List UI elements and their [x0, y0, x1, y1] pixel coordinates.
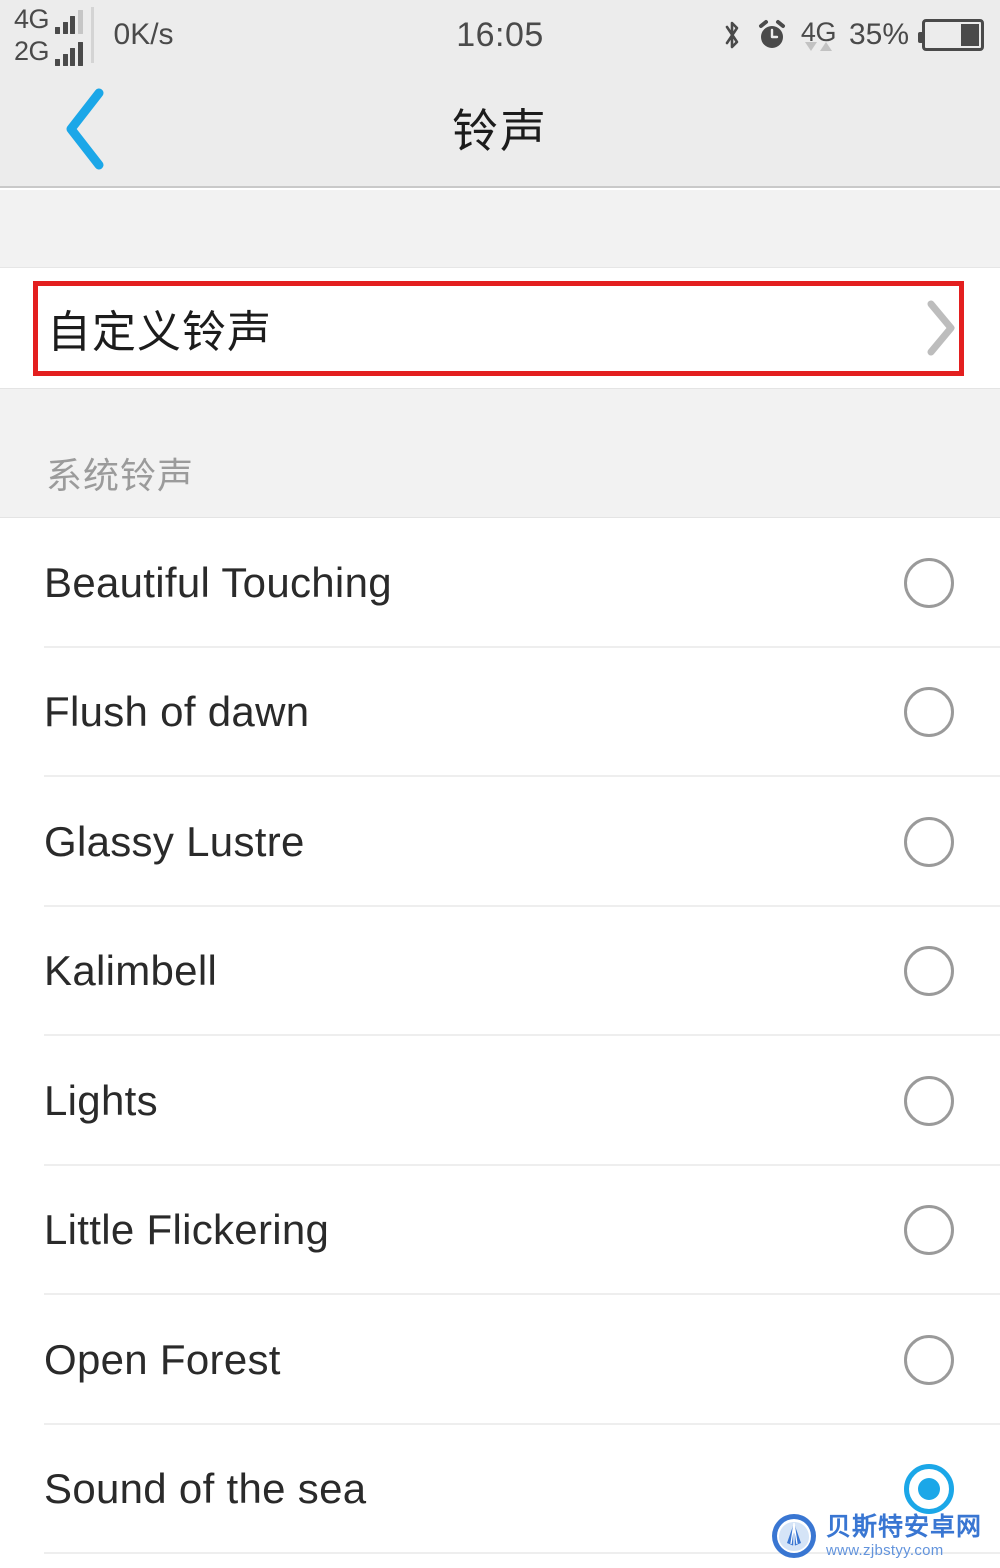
radio-button[interactable] [904, 687, 954, 738]
ringtone-name: Beautiful Touching [44, 558, 392, 606]
battery-fill [960, 24, 979, 46]
chevron-right-icon [927, 300, 955, 356]
ringtone-name: Flush of dawn [44, 688, 310, 736]
ringtone-list-item[interactable]: Kalimbell [0, 906, 1000, 1036]
custom-ringtone-row[interactable]: 自定义铃声 [0, 268, 1000, 388]
ringtone-list-item[interactable]: Sound of the sea [0, 1424, 1000, 1554]
ringtone-name: Sound of the sea [44, 1465, 367, 1513]
ringtone-list-item[interactable]: Little Flickering [0, 1165, 1000, 1295]
status-bar: 4G 2G 0K/s 16:05 4G 35% [0, 0, 1000, 70]
phone-screen: 4G 2G 0K/s 16:05 4G 35% 铃声 自定义铃声 系统铃声 Be… [0, 0, 1000, 1568]
radio-button[interactable] [904, 1075, 954, 1126]
list-divider [44, 1552, 1000, 1554]
ringtone-list-item[interactable]: Open Forest [0, 1295, 1000, 1425]
status-bar-clock: 16:05 [456, 15, 544, 54]
page-title: 铃声 [452, 105, 548, 157]
battery-percent-label: 35% [848, 18, 909, 51]
system-ringtones-section-header: 系统铃声 [0, 388, 1000, 518]
mobile-data-indicator: 4G [801, 19, 836, 51]
ringtone-name: Open Forest [44, 1335, 281, 1383]
radio-button[interactable] [904, 946, 954, 997]
radio-button[interactable] [904, 1334, 954, 1385]
custom-ringtone-label: 自定义铃声 [47, 308, 272, 357]
top-spacer-band [0, 190, 1000, 268]
section-header-label: 系统铃声 [46, 455, 195, 496]
status-bar-right: 4G 35% [721, 18, 984, 52]
ringtone-name: Kalimbell [44, 947, 218, 995]
ringtone-name: Glassy Lustre [44, 817, 305, 865]
bluetooth-icon [725, 21, 739, 49]
ringtone-name: Little Flickering [44, 1206, 330, 1254]
back-button[interactable] [30, 70, 140, 188]
alarm-clock-icon [758, 20, 785, 48]
ringtone-list-item[interactable]: Flush of dawn [0, 647, 1000, 777]
ringtone-list-item[interactable]: Beautiful Touching [0, 518, 1000, 648]
data-transfer-arrows-icon [804, 42, 832, 51]
back-chevron-icon [66, 88, 104, 170]
ringtone-name: Lights [44, 1076, 158, 1124]
battery-icon [918, 19, 984, 51]
title-bar: 铃声 [0, 70, 1000, 188]
radio-button[interactable] [904, 816, 954, 867]
radio-button[interactable] [904, 557, 954, 608]
ringtone-list-item[interactable]: Glassy Lustre [0, 777, 1000, 907]
radio-button[interactable] [904, 1205, 954, 1256]
ringtone-list-item[interactable]: Lights [0, 1036, 1000, 1166]
ringtone-list: Beautiful Touching Flush of dawn Glassy Lu… [0, 518, 1000, 1554]
radio-button-selected[interactable] [904, 1464, 954, 1515]
